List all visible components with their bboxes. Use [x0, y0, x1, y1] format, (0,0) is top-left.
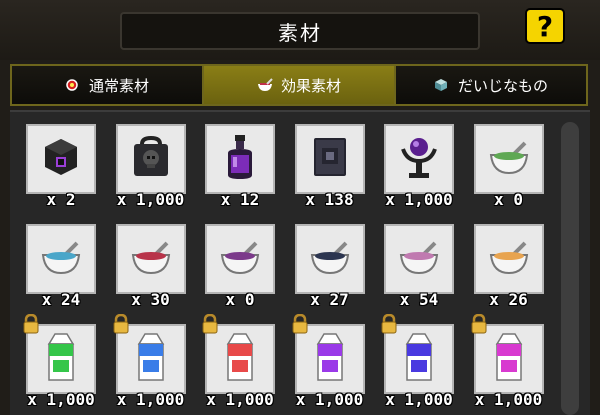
- item-quantity: x 1,000: [295, 390, 364, 409]
- item-cell[interactable]: x 1,000: [113, 313, 186, 409]
- magenta-milk-carton-icon: [491, 332, 527, 386]
- help-button[interactable]: ?: [525, 8, 565, 44]
- page-title: 素材: [120, 12, 480, 50]
- item-slot[interactable]: [384, 124, 454, 194]
- item-quantity: x 1,000: [206, 390, 274, 409]
- dark-book-icon: [308, 134, 352, 184]
- item-cell[interactable]: x 26: [473, 224, 544, 309]
- item-slot[interactable]: [205, 124, 275, 194]
- item-slot[interactable]: [294, 224, 365, 294]
- lock-icon: [112, 313, 130, 334]
- tab-label: 効果素材: [280, 76, 341, 95]
- item-cell[interactable]: x 1,000: [381, 313, 454, 409]
- pink-bowl-icon: [397, 237, 441, 281]
- item-cell[interactable]: x 138: [294, 124, 365, 209]
- item-quantity: x 138: [305, 190, 354, 209]
- item-quantity: x 12: [220, 190, 260, 209]
- dark-cube-icon: [39, 135, 83, 183]
- red-milk-carton-icon: [222, 332, 258, 386]
- item-cell[interactable]: x 1,000: [292, 313, 365, 409]
- lock-icon: [291, 313, 309, 334]
- item-quantity: x 1,000: [116, 190, 185, 209]
- cube-icon: [434, 78, 448, 92]
- tab-effect-materials[interactable]: 効果素材: [204, 66, 396, 104]
- item-quantity: x 1,000: [116, 390, 185, 409]
- item-cell[interactable]: x 1,000: [23, 313, 96, 409]
- item-cell[interactable]: x 0: [473, 124, 544, 209]
- item-quantity: x 24: [41, 290, 81, 309]
- category-tabs: 通常素材 効果素材 だいじなもの: [10, 64, 588, 106]
- item-cell[interactable]: x 24: [26, 224, 96, 309]
- lock-icon: [380, 313, 398, 334]
- item-cell[interactable]: x 27: [294, 224, 365, 309]
- purple-bowl-icon: [218, 237, 262, 281]
- item-cell[interactable]: x 30: [115, 224, 186, 309]
- green-milk-carton-icon: [43, 332, 79, 386]
- item-slot[interactable]: [26, 324, 96, 394]
- indigo-milk-carton-icon: [401, 332, 437, 386]
- item-quantity: x 26: [489, 290, 528, 309]
- item-quantity: x 30: [131, 290, 170, 309]
- item-slot[interactable]: [384, 224, 454, 294]
- item-quantity: x 1,000: [27, 390, 95, 409]
- item-slot[interactable]: [473, 224, 544, 294]
- potion-bottle-icon: [220, 133, 260, 185]
- item-cell[interactable]: x 1,000: [471, 313, 544, 409]
- item-cell[interactable]: x 12: [205, 124, 275, 209]
- bowl-icon: [257, 78, 273, 92]
- item-quantity: x 1,000: [385, 190, 453, 209]
- purple-milk-carton-icon: [312, 332, 348, 386]
- lock-icon: [201, 313, 219, 334]
- item-slot[interactable]: [294, 324, 365, 394]
- orb-stand-icon: [397, 133, 441, 185]
- item-slot[interactable]: [115, 124, 186, 194]
- item-cell[interactable]: x 1,000: [384, 124, 454, 209]
- tab-key-items[interactable]: だいじなもの: [396, 66, 586, 104]
- item-quantity: x 2: [46, 190, 76, 209]
- orange-bowl-icon: [487, 237, 531, 281]
- item-cell[interactable]: x 1,000: [115, 124, 186, 209]
- item-quantity: x 1,000: [385, 390, 453, 409]
- tab-label: だいじなもの: [457, 76, 548, 95]
- tab-label: 通常素材: [88, 76, 149, 95]
- item-quantity: x 54: [399, 290, 439, 309]
- scrollbar[interactable]: [561, 122, 579, 415]
- item-slot[interactable]: [205, 224, 275, 294]
- item-quantity: x 27: [310, 290, 349, 309]
- item-slot[interactable]: [384, 324, 454, 394]
- lock-icon: [470, 313, 488, 334]
- item-slot[interactable]: [26, 124, 96, 194]
- blue-milk-carton-icon: [133, 332, 169, 386]
- navy-bowl-icon: [308, 237, 352, 281]
- item-slot[interactable]: [115, 224, 186, 294]
- item-quantity: x 0: [225, 290, 255, 309]
- item-cell[interactable]: x 2: [26, 124, 96, 209]
- item-quantity: x 1,000: [474, 390, 543, 409]
- item-slot[interactable]: [205, 324, 275, 394]
- green-bowl-icon: [487, 137, 531, 181]
- skull-bag-icon: [128, 134, 174, 184]
- item-grid: x 2 x 1,000 x 12 x 138 x 1,000 x 0 x 24 …: [23, 124, 556, 409]
- tab-normal-materials[interactable]: 通常素材: [12, 66, 204, 104]
- cyan-bowl-icon: [39, 237, 83, 281]
- item-cell[interactable]: x 54: [384, 224, 454, 309]
- item-cell[interactable]: x 1,000: [202, 313, 275, 409]
- item-slot[interactable]: [473, 124, 544, 194]
- item-slot[interactable]: [26, 224, 96, 294]
- item-slot[interactable]: [473, 324, 544, 394]
- red-bowl-icon: [129, 237, 173, 281]
- item-slot[interactable]: [294, 124, 365, 194]
- red-gem-icon: [65, 78, 79, 92]
- item-cell[interactable]: x 0: [205, 224, 275, 309]
- item-slot[interactable]: [115, 324, 186, 394]
- lock-icon: [22, 313, 40, 334]
- item-quantity: x 0: [494, 190, 523, 209]
